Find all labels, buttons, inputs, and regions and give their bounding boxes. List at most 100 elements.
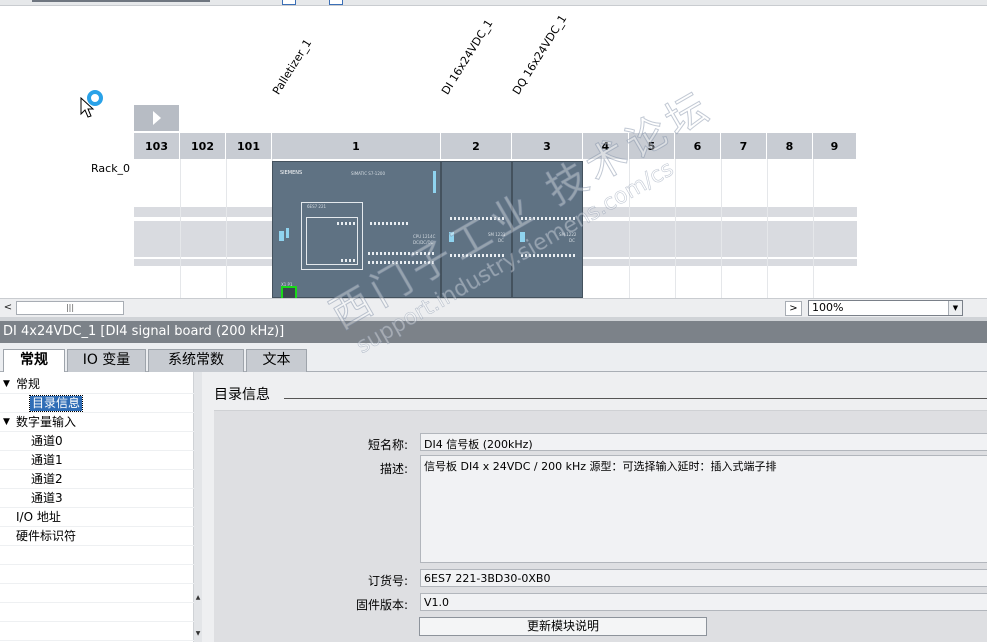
- tree-item-label: 目录信息: [28, 395, 84, 412]
- toolbar-button[interactable]: [282, 0, 296, 5]
- description-field[interactable]: 信号板 DI4 x 24VDC / 200 kHz 源型：可选择输入延时：插入式…: [420, 455, 987, 563]
- short-name-label: 短名称:: [367, 438, 408, 452]
- dq-module-type: SM 1222: [559, 232, 577, 237]
- tree-item-digital-inputs[interactable]: ▼ 数字量输入: [0, 413, 194, 432]
- tree-item-label: 通道2: [31, 472, 63, 486]
- tree-item-label: 数字量输入: [16, 415, 77, 429]
- di-module-sub: DC: [498, 238, 504, 243]
- expand-toggle-icon[interactable]: ▼: [3, 413, 10, 432]
- status-led: [279, 231, 284, 241]
- toolbar-button[interactable]: [329, 0, 343, 5]
- slot-header[interactable]: 7: [721, 133, 767, 159]
- device-view[interactable]: Palletizer_1 DI 16x24VDC_1 DQ 16x24VDC_1…: [0, 6, 987, 298]
- tab-general[interactable]: 常规: [3, 349, 65, 373]
- tree-item-label: 通道0: [31, 434, 63, 448]
- slot-divider: [629, 159, 630, 298]
- properties-title: DI 4x24VDC_1 [DI4 signal board (200 kHz)…: [0, 321, 987, 343]
- expand-rack-button[interactable]: [134, 105, 179, 131]
- terminal-dots: [450, 254, 506, 257]
- device-view-scrollbar[interactable]: < ||| > 100% ▼: [0, 298, 987, 317]
- slot-header[interactable]: 101: [226, 133, 272, 159]
- order-number-field[interactable]: 6ES7 221-3BD30-0XB0: [420, 569, 987, 587]
- slot-divider: [813, 159, 814, 298]
- tree-empty-row: [0, 565, 194, 584]
- catalog-info-form: 短名称: DI4 信号板 (200kHz) 描述: 信号板 DI4 x 24VD…: [214, 410, 987, 642]
- terminal-dots: [370, 222, 410, 225]
- slot-divider: [180, 159, 181, 298]
- cpu-module[interactable]: SIEMENS SIMATIC S7-1200 6ES7 221 CPU 121…: [272, 161, 441, 298]
- slot-header[interactable]: 5: [629, 133, 675, 159]
- tree-item-channel-1[interactable]: 通道1: [0, 451, 194, 470]
- module-name-cpu: Palletizer_1: [269, 36, 315, 97]
- tree-item-label: 硬件标识符: [16, 529, 77, 543]
- cpu-type-label: CPU 1214C: [413, 234, 436, 239]
- slot-header[interactable]: 103: [134, 133, 180, 159]
- terminal-dots: [341, 259, 357, 262]
- tree-item-label: I/O 地址: [16, 510, 61, 524]
- tree-item-io-addresses[interactable]: I/O 地址: [0, 508, 194, 527]
- expand-toggle-icon[interactable]: ▼: [3, 375, 10, 394]
- sb-label: 6ES7 221: [307, 204, 327, 209]
- tree-scrollbar[interactable]: ▲ ▼: [194, 372, 202, 642]
- cpu-model-line: SIMATIC S7-1200: [351, 171, 385, 176]
- slot-header[interactable]: 1: [272, 133, 441, 159]
- tab-io-tags[interactable]: IO 变量: [67, 349, 146, 372]
- slot-header[interactable]: 102: [180, 133, 226, 159]
- scroll-thumb[interactable]: |||: [16, 301, 124, 315]
- tia-portal-window: Palletizer_1 DI 16x24VDC_1 DQ 16x24VDC_1…: [0, 0, 987, 642]
- slot-header[interactable]: 8: [767, 133, 813, 159]
- chevron-right-icon: [153, 111, 161, 125]
- busy-indicator-icon: [87, 90, 103, 106]
- scroll-right-button[interactable]: >: [785, 301, 802, 316]
- tree-empty-row: [0, 622, 194, 641]
- tree-item-channel-3[interactable]: 通道3: [0, 489, 194, 508]
- properties-content: 目录信息 短名称: DI4 信号板 (200kHz) 描述: 信号板 DI4 x…: [202, 372, 987, 642]
- slot-header[interactable]: 9: [813, 133, 857, 159]
- firmware-version-label: 固件版本:: [355, 598, 408, 612]
- profinet-port-icon[interactable]: [281, 286, 297, 298]
- section-rule: [284, 398, 987, 399]
- tab-system-constants[interactable]: 系统常数: [148, 349, 244, 372]
- cpu-variant-label: DC/DC/DC: [413, 240, 434, 245]
- dq-module[interactable]: SM 1222 DC: [512, 161, 583, 298]
- slot-divider: [675, 159, 676, 298]
- scroll-up-icon[interactable]: ▲: [194, 594, 202, 601]
- slot-header[interactable]: 2: [441, 133, 512, 159]
- di-module[interactable]: SM 1221 DC: [441, 161, 512, 298]
- chevron-down-icon[interactable]: ▼: [948, 301, 962, 315]
- terminal-dots: [368, 261, 434, 264]
- slot-header[interactable]: 3: [512, 133, 583, 159]
- tree-empty-row: [0, 546, 194, 565]
- terminal-dots: [368, 252, 434, 255]
- tree-item-channel-0[interactable]: 通道0: [0, 432, 194, 451]
- scroll-down-icon[interactable]: ▼: [194, 630, 202, 637]
- tree-empty-row: [0, 603, 194, 622]
- tree-item-hw-identifier[interactable]: 硬件标识符: [0, 527, 194, 546]
- slot-header[interactable]: 6: [675, 133, 721, 159]
- slot-divider: [767, 159, 768, 298]
- scroll-left-button[interactable]: <: [1, 301, 15, 315]
- update-module-description-button[interactable]: 更新模块说明: [419, 617, 707, 636]
- dq-module-sub: DC: [569, 238, 575, 243]
- tree-item-label: 通道1: [31, 453, 63, 467]
- zoom-select[interactable]: 100% ▼: [808, 300, 963, 316]
- tree-item-channel-2[interactable]: 通道2: [0, 470, 194, 489]
- tree-item-catalog-info[interactable]: 目录信息: [0, 394, 194, 413]
- terminal-dots: [450, 217, 506, 220]
- firmware-version-field[interactable]: V1.0: [420, 593, 987, 611]
- tab-texts[interactable]: 文本: [246, 349, 307, 372]
- tree-empty-row: [0, 584, 194, 603]
- status-led: [449, 232, 454, 242]
- toolbar-field[interactable]: [32, 0, 210, 2]
- short-name-field[interactable]: DI4 信号板 (200kHz): [420, 433, 987, 451]
- tree-item-general[interactable]: ▼ 常规: [0, 375, 194, 394]
- slot-header[interactable]: 4: [583, 133, 629, 159]
- status-led: [520, 232, 525, 242]
- tree-item-label: 常规: [16, 377, 41, 391]
- status-led: [286, 228, 289, 238]
- slot-divider: [226, 159, 227, 298]
- terminal-dots: [337, 222, 357, 225]
- status-led: [433, 171, 436, 193]
- terminal-dots: [521, 217, 577, 220]
- siemens-logo: SIEMENS: [280, 170, 303, 176]
